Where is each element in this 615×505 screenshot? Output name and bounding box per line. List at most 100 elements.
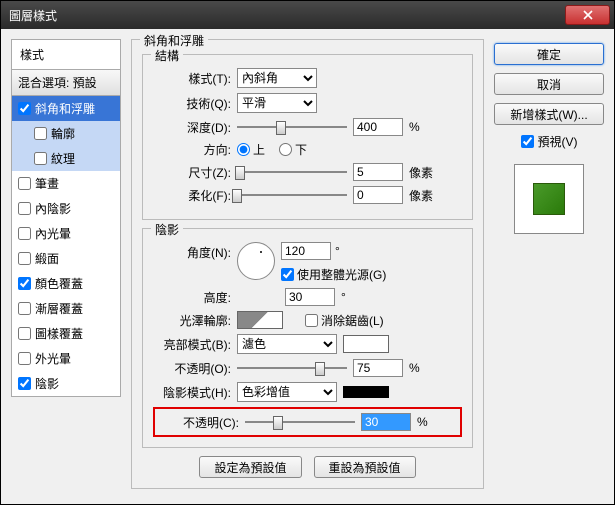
effect-item-4[interactable]: 內陰影 <box>12 196 120 221</box>
effect-checkbox[interactable] <box>18 327 31 340</box>
effect-item-11[interactable]: 陰影 <box>12 371 120 396</box>
effect-checkbox[interactable] <box>18 352 31 365</box>
effect-checkbox[interactable] <box>18 227 31 240</box>
gloss-contour-picker[interactable] <box>237 311 283 329</box>
altitude-label: 高度: <box>153 289 231 306</box>
effect-label: 內光暈 <box>35 225 71 242</box>
effect-item-10[interactable]: 外光暈 <box>12 346 120 371</box>
highlight-opacity-input[interactable] <box>353 359 403 377</box>
bevel-fieldset: 斜角和浮雕 結構 樣式(T): 內斜角 技術(Q): 平滑 深度(D): <box>131 39 484 489</box>
highlight-opacity-label: 不透明(O): <box>153 360 231 377</box>
effect-label: 輪廓 <box>51 125 75 142</box>
style-label: 樣式(T): <box>153 70 231 87</box>
reset-default-button[interactable]: 重設為預設值 <box>314 456 416 478</box>
effect-checkbox[interactable] <box>18 277 31 290</box>
size-slider[interactable] <box>237 163 347 181</box>
size-input[interactable] <box>353 163 403 181</box>
effect-item-9[interactable]: 圖樣覆蓋 <box>12 321 120 346</box>
effect-checkbox[interactable] <box>18 302 31 315</box>
highlight-color-swatch[interactable] <box>343 335 389 353</box>
settings-panel: 斜角和浮雕 結構 樣式(T): 內斜角 技術(Q): 平滑 深度(D): <box>121 39 494 494</box>
style-select[interactable]: 內斜角 <box>237 68 317 88</box>
highlight-opacity-unit: % <box>409 361 420 375</box>
anti-alias-checkbox[interactable]: 消除鋸齒(L) <box>305 312 384 329</box>
shadow-opacity-input[interactable] <box>361 413 411 431</box>
effect-item-3[interactable]: 筆畫 <box>12 171 120 196</box>
highlight-opacity-slider[interactable] <box>237 359 347 377</box>
effect-item-1[interactable]: 輪廓 <box>12 121 120 146</box>
layer-style-dialog: 圖層樣式 樣式 混合選項: 預設 斜角和浮雕輪廓紋理筆畫內陰影內光暈緞面顏色覆蓋… <box>0 0 615 505</box>
soften-label: 柔化(F): <box>153 187 231 204</box>
styles-header[interactable]: 樣式 <box>11 39 121 70</box>
effect-item-7[interactable]: 顏色覆蓋 <box>12 271 120 296</box>
depth-input[interactable] <box>353 118 403 136</box>
gloss-contour-label: 光澤輪廓: <box>153 312 231 329</box>
effect-checkbox[interactable] <box>18 377 31 390</box>
depth-slider[interactable] <box>237 118 347 136</box>
direction-down[interactable]: 下 <box>279 141 307 158</box>
effect-item-0[interactable]: 斜角和浮雕 <box>12 96 120 121</box>
angle-label: 角度(N): <box>153 244 231 261</box>
preview-square-icon <box>533 183 565 215</box>
direction-up[interactable]: 上 <box>237 141 265 158</box>
action-panel: 確定 取消 新增樣式(W)... 預視(V) <box>494 39 604 494</box>
effect-checkbox[interactable] <box>34 152 47 165</box>
effects-list-panel: 樣式 混合選項: 預設 斜角和浮雕輪廓紋理筆畫內陰影內光暈緞面顏色覆蓋漸層覆蓋圖… <box>11 39 121 494</box>
shadow-opacity-slider[interactable] <box>245 413 355 431</box>
effect-label: 陰影 <box>35 375 59 392</box>
effect-label: 漸層覆蓋 <box>35 300 83 317</box>
close-button[interactable] <box>565 5 610 25</box>
blend-options-header[interactable]: 混合選項: 預設 <box>11 70 121 96</box>
direction-label: 方向: <box>153 141 231 158</box>
altitude-input[interactable] <box>285 288 335 306</box>
effect-checkbox[interactable] <box>18 252 31 265</box>
altitude-unit: ° <box>341 290 346 304</box>
effect-item-5[interactable]: 內光暈 <box>12 221 120 246</box>
preview-checkbox[interactable]: 預視(V) <box>494 133 604 150</box>
technique-select[interactable]: 平滑 <box>237 93 317 113</box>
structure-fieldset: 結構 樣式(T): 內斜角 技術(Q): 平滑 深度(D): % <box>142 54 473 220</box>
highlighted-row: 不透明(C): % <box>153 407 462 437</box>
soften-slider[interactable] <box>237 186 347 204</box>
structure-legend: 結構 <box>151 47 183 64</box>
ok-button[interactable]: 確定 <box>494 43 604 65</box>
global-light-checkbox[interactable]: 使用整體光源(G) <box>281 266 386 283</box>
effect-label: 筆畫 <box>35 175 59 192</box>
angle-unit: ° <box>335 244 340 258</box>
highlight-mode-select[interactable]: 濾色 <box>237 334 337 354</box>
effect-checkbox[interactable] <box>34 127 47 140</box>
effect-label: 紋理 <box>51 150 75 167</box>
direction-up-radio[interactable] <box>237 143 250 156</box>
soften-input[interactable] <box>353 186 403 204</box>
shading-fieldset: 陰影 角度(N): ° 使用整體光源(G) 高度: <box>142 228 473 448</box>
shadow-opacity-label: 不透明(C): <box>161 414 239 431</box>
effect-checkbox[interactable] <box>18 102 31 115</box>
angle-input[interactable] <box>281 242 331 260</box>
shadow-opacity-unit: % <box>417 415 428 429</box>
effect-label: 顏色覆蓋 <box>35 275 83 292</box>
direction-down-radio[interactable] <box>279 143 292 156</box>
new-style-button[interactable]: 新增樣式(W)... <box>494 103 604 125</box>
make-default-button[interactable]: 設定為預設值 <box>199 456 301 478</box>
angle-dial[interactable] <box>237 242 275 280</box>
effect-item-8[interactable]: 漸層覆蓋 <box>12 296 120 321</box>
effect-item-2[interactable]: 紋理 <box>12 146 120 171</box>
technique-label: 技術(Q): <box>153 95 231 112</box>
effect-item-6[interactable]: 緞面 <box>12 246 120 271</box>
effect-label: 內陰影 <box>35 200 71 217</box>
shadow-mode-select[interactable]: 色彩增值 <box>237 382 337 402</box>
shadow-color-swatch[interactable] <box>343 386 389 398</box>
preview-swatch <box>514 164 584 234</box>
soften-unit: 像素 <box>409 187 433 204</box>
effects-list: 斜角和浮雕輪廓紋理筆畫內陰影內光暈緞面顏色覆蓋漸層覆蓋圖樣覆蓋外光暈陰影 <box>11 96 121 397</box>
depth-unit: % <box>409 120 420 134</box>
effect-label: 外光暈 <box>35 350 71 367</box>
titlebar[interactable]: 圖層樣式 <box>1 1 614 29</box>
highlight-mode-label: 亮部模式(B): <box>153 336 231 353</box>
close-icon <box>583 10 593 20</box>
effect-label: 斜角和浮雕 <box>35 100 95 117</box>
effect-checkbox[interactable] <box>18 202 31 215</box>
cancel-button[interactable]: 取消 <box>494 73 604 95</box>
effect-checkbox[interactable] <box>18 177 31 190</box>
depth-label: 深度(D): <box>153 119 231 136</box>
